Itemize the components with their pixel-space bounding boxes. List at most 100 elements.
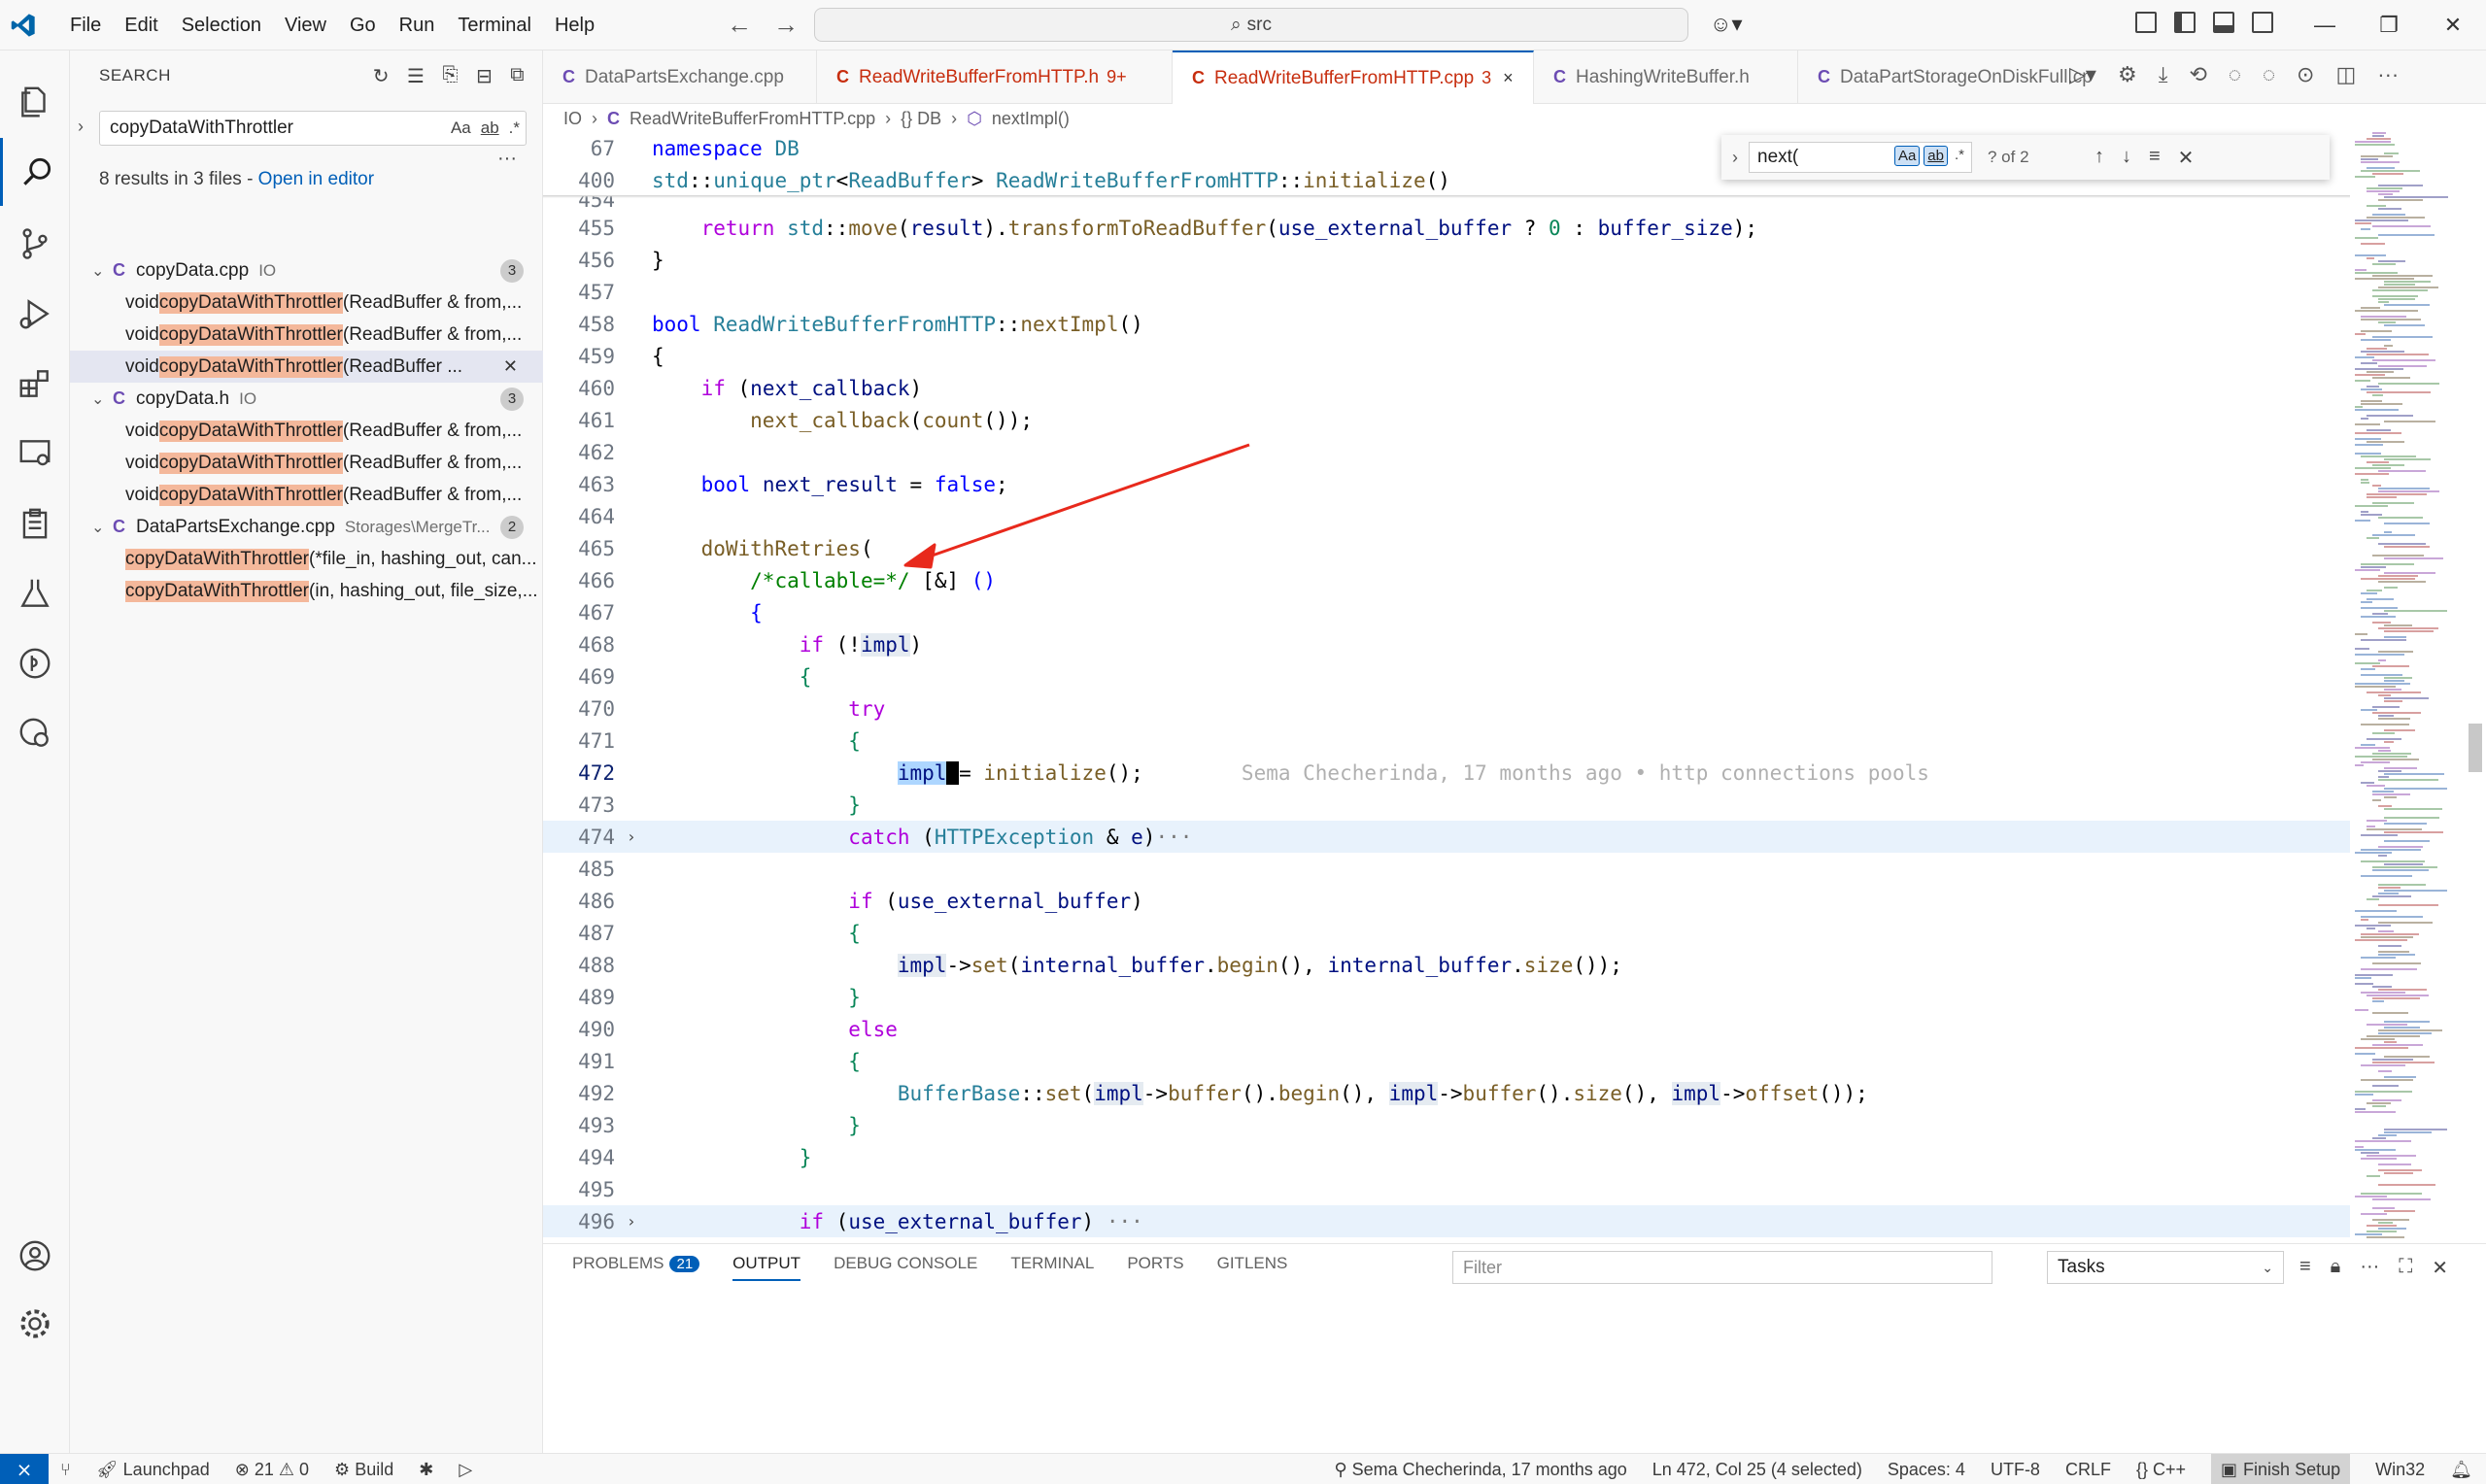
code-line-folded[interactable]: 474 › catch (HTTPException & e)··· bbox=[543, 821, 2350, 853]
source-control-status-icon[interactable]: ⑂ bbox=[60, 1460, 71, 1480]
command-center[interactable]: ⌕ src bbox=[814, 8, 1688, 42]
run-file-icon[interactable]: ▷▾ bbox=[2069, 62, 2096, 87]
next-change-icon[interactable]: ◌ bbox=[2263, 62, 2275, 87]
more-actions-icon[interactable]: ··· bbox=[2377, 62, 2399, 87]
use-regex-toggle[interactable]: .* bbox=[509, 118, 520, 138]
maximize-panel-icon[interactable]: ⛶ bbox=[2399, 1256, 2412, 1280]
run-debug-icon[interactable] bbox=[0, 280, 70, 348]
previous-match-arrow-icon[interactable]: ↑ bbox=[2094, 146, 2104, 170]
chevron-right-icon[interactable]: › bbox=[627, 1212, 648, 1231]
chevron-down-icon[interactable]: ⌄ bbox=[91, 261, 113, 281]
chevron-right-icon[interactable]: › bbox=[627, 827, 648, 846]
toggle-replace-chevron-icon[interactable]: › bbox=[78, 117, 84, 137]
code-line[interactable]: 468 if (!impl) bbox=[543, 628, 2350, 660]
chevron-down-icon[interactable]: ⌄ bbox=[91, 518, 113, 537]
search-input[interactable]: copyDataWithThrottler Aa ab .* bbox=[99, 111, 527, 146]
blame-status[interactable]: ⚲ Sema Checherinda, 17 months ago bbox=[1334, 1460, 1626, 1480]
match-case-toggle[interactable]: Aa bbox=[451, 118, 471, 138]
flask-icon[interactable] bbox=[0, 559, 70, 627]
code-line[interactable]: 459 { bbox=[543, 340, 2350, 372]
code-line[interactable]: 458 bool ReadWriteBufferFromHTTP::nextImp… bbox=[543, 308, 2350, 340]
find-regex-toggle[interactable]: .* bbox=[1952, 146, 1967, 166]
code-line[interactable]: 464 bbox=[543, 500, 2350, 532]
menu-help[interactable]: Help bbox=[543, 15, 606, 37]
breadcrumb-folder[interactable]: IO bbox=[563, 109, 582, 129]
code-line[interactable]: 471 { bbox=[543, 725, 2350, 757]
encoding[interactable]: UTF-8 bbox=[1991, 1460, 2040, 1480]
toggle-primary-sidebar-icon[interactable] bbox=[2174, 12, 2196, 33]
clear-results-icon[interactable]: ☰ bbox=[407, 64, 425, 88]
language-mode[interactable]: {} C++ bbox=[2136, 1460, 2186, 1480]
code-line[interactable]: 466 /*callable=*/ [&] () bbox=[543, 564, 2350, 596]
more-actions-icon[interactable]: ··· bbox=[2360, 1256, 2379, 1280]
code-line[interactable]: 473 } bbox=[543, 789, 2350, 821]
result-match[interactable]: void copyDataWithThrottler (ReadBuffer & … bbox=[70, 287, 543, 319]
code-line[interactable]: 463 bool next_result = false; bbox=[543, 468, 2350, 500]
code-line[interactable]: 461 next_callback(count()); bbox=[543, 404, 2350, 436]
tab-datapartstorage[interactable]: C DataPartStorageOnDiskFull.cp bbox=[1798, 51, 2093, 104]
vertical-scrollbar-thumb[interactable] bbox=[2469, 724, 2482, 772]
minimize-icon[interactable]: — bbox=[2293, 13, 2357, 38]
accounts-icon[interactable] bbox=[0, 1222, 70, 1290]
code-line[interactable]: 492 BufferBase::set(impl->buffer().begin… bbox=[543, 1077, 2350, 1109]
tab-terminal[interactable]: TERMINAL bbox=[1010, 1254, 1094, 1281]
result-file[interactable]: ⌄ C DataPartsExchange.cpp Storages\Merge… bbox=[70, 511, 543, 543]
close-window-icon[interactable]: ✕ bbox=[2421, 13, 2485, 38]
code-line[interactable]: 469 { bbox=[543, 660, 2350, 692]
tab-readwritebuffer-h[interactable]: C ReadWriteBufferFromHTTP.h 9+ bbox=[817, 51, 1173, 104]
run-icon[interactable]: ▷ bbox=[459, 1460, 472, 1480]
testing-icon[interactable] bbox=[0, 489, 70, 557]
new-search-editor-icon[interactable]: ⎘ bbox=[442, 64, 459, 88]
explorer-icon[interactable] bbox=[0, 68, 70, 136]
search-view-icon[interactable] bbox=[0, 138, 70, 206]
lock-scroll-icon[interactable]: 🔒︎ bbox=[2331, 1256, 2341, 1280]
clear-output-icon[interactable]: ≡ bbox=[2299, 1256, 2311, 1280]
tab-output[interactable]: OUTPUT bbox=[732, 1254, 801, 1281]
code-line[interactable]: 460 if (next_callback) bbox=[543, 372, 2350, 404]
result-file[interactable]: ⌄ C copyData.h IO 3 bbox=[70, 383, 543, 415]
menu-go[interactable]: Go bbox=[338, 15, 388, 37]
toggle-panel-icon[interactable] bbox=[2213, 12, 2234, 33]
more-search-options-icon[interactable]: ··· bbox=[497, 148, 517, 170]
tab-ports[interactable]: PORTS bbox=[1127, 1254, 1183, 1281]
menu-selection[interactable]: Selection bbox=[170, 15, 273, 37]
code-line[interactable]: 487 { bbox=[543, 917, 2350, 949]
toggle-replace-chevron-icon[interactable]: › bbox=[1721, 148, 1749, 168]
extensions-icon[interactable] bbox=[0, 350, 70, 418]
code-line[interactable]: 457 bbox=[543, 276, 2350, 308]
view-as-tree-icon[interactable]: ⊟ bbox=[476, 64, 493, 88]
menu-terminal[interactable]: Terminal bbox=[446, 15, 543, 37]
find-match-case-toggle[interactable]: Aa bbox=[1893, 146, 1921, 166]
breadcrumb-file[interactable]: ReadWriteBufferFromHTTP.cpp bbox=[630, 109, 875, 129]
code-line[interactable]: 489 } bbox=[543, 981, 2350, 1013]
code-line[interactable]: 491 { bbox=[543, 1045, 2350, 1077]
inline-blame[interactable]: Sema Checherinda, 17 months ago • http c… bbox=[1242, 761, 1929, 785]
gitlens-icon[interactable] bbox=[0, 629, 70, 697]
customize-layout-icon[interactable] bbox=[2135, 12, 2157, 33]
source-control-icon[interactable] bbox=[0, 210, 70, 278]
code-line[interactable]: 495 bbox=[543, 1173, 2350, 1205]
indentation[interactable]: Spaces: 4 bbox=[1888, 1460, 1965, 1480]
close-panel-icon[interactable]: ✕ bbox=[2432, 1256, 2448, 1280]
code-line[interactable]: 454 bbox=[543, 196, 2350, 212]
remote-indicator-icon[interactable]: ⨯ bbox=[0, 1454, 49, 1484]
open-in-editor-link[interactable]: Open in editor bbox=[258, 169, 374, 189]
result-match[interactable]: void copyDataWithThrottler (ReadBuffer & … bbox=[70, 319, 543, 351]
build-item[interactable]: ⚙ Build bbox=[334, 1460, 393, 1480]
code-line[interactable]: 486 if (use_external_buffer) bbox=[543, 885, 2350, 917]
next-match-arrow-icon[interactable]: ↓ bbox=[2122, 146, 2131, 170]
end-of-line[interactable]: CRLF bbox=[2065, 1460, 2111, 1480]
menu-edit[interactable]: Edit bbox=[113, 15, 169, 37]
remote-explorer-icon[interactable] bbox=[0, 420, 70, 488]
notifications-bell-icon[interactable]: 🔔︎ bbox=[2450, 1460, 2472, 1480]
gitlens-commit-icon[interactable]: ⊙ bbox=[2297, 62, 2314, 87]
tab-readwritebuffer-cpp[interactable]: C ReadWriteBufferFromHTTP.cpp 3 × bbox=[1173, 51, 1534, 104]
toggle-secondary-sidebar-icon[interactable] bbox=[2252, 12, 2273, 33]
tab-debug-console[interactable]: DEBUG CONSOLE bbox=[834, 1254, 977, 1281]
code-line[interactable]: 485 bbox=[543, 853, 2350, 885]
problems-status[interactable]: ⊗ 21 ⚠ 0 bbox=[235, 1460, 309, 1480]
previous-change-icon[interactable]: ◌ bbox=[2229, 62, 2241, 87]
result-match[interactable]: void copyDataWithThrottler (ReadBuffer & … bbox=[70, 447, 543, 479]
forward-arrow-icon[interactable]: → bbox=[773, 10, 799, 40]
refresh-icon[interactable]: ↻ bbox=[373, 64, 390, 88]
